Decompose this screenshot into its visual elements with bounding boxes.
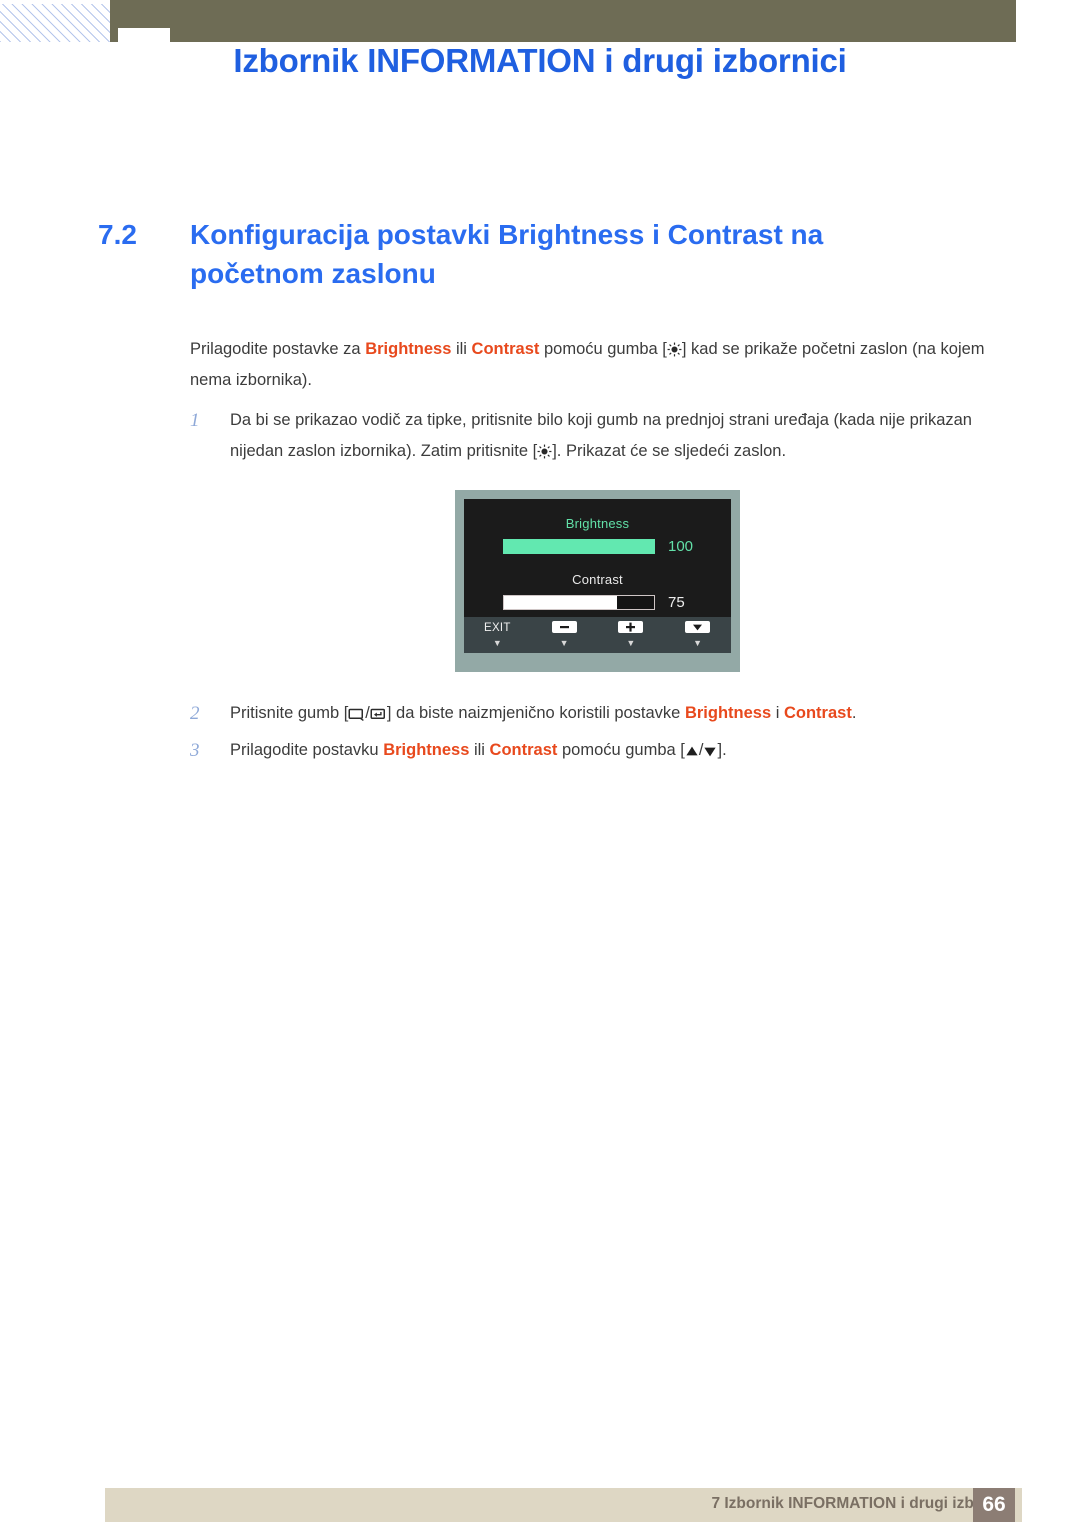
decorative-hatch-pattern — [0, 4, 118, 42]
osd-down-button[interactable] — [664, 620, 731, 636]
step-number-1: 1 — [190, 410, 200, 431]
minus-button-icon — [551, 620, 577, 633]
menu-box-icon — [348, 708, 365, 721]
step-item-3: 3 Prilagodite postavku Brightness ili Con… — [190, 735, 1010, 766]
section-title: Konfiguracija postavki Brightness i Cont… — [190, 219, 824, 289]
section-number: 7.2 — [98, 219, 137, 250]
osd-button-guide: EXIT ▼ ▼ ▼ ▼ — [464, 617, 731, 653]
osd-contrast-row: 75 — [464, 587, 731, 611]
osd-monitor-screenshot: Brightness 100 Contrast 75 EXIT ▼ ▼ ▼ ▼ — [455, 490, 740, 672]
keyword-contrast: Contrast — [783, 704, 852, 722]
brightness-sun-icon — [537, 444, 552, 459]
step-item-2: 2 Pritisnite gumb [/] da biste naizmjenič… — [190, 698, 1010, 729]
step-1-text-2: ]. Prikazat će se sljedeći zaslon. — [552, 442, 787, 460]
plus-button-icon — [618, 620, 644, 633]
keyword-brightness: Brightness — [365, 340, 452, 358]
section-heading: 7.2 Konfiguracija postavki Brightness i C… — [98, 215, 978, 293]
brightness-sun-icon — [667, 342, 682, 357]
osd-plus-button[interactable] — [598, 620, 665, 636]
step-item-1: 1 Da bi se prikazao vodič za tipke, priti… — [190, 405, 990, 467]
osd-caret-3: ▼ — [626, 638, 636, 648]
arrow-down-icon — [703, 745, 717, 758]
intro-text-3: pomoću gumba [ — [539, 340, 667, 358]
osd-brightness-label: Brightness — [565, 516, 630, 531]
osd-minus-button[interactable] — [531, 620, 598, 636]
keyword-brightness: Brightness — [684, 704, 772, 722]
intro-text-1: Prilagodite postavke za — [190, 340, 366, 358]
osd-brightness-slider[interactable] — [503, 539, 655, 554]
osd-caret-1: ▼ — [492, 638, 502, 648]
steps-list-upper: 1 Da bi se prikazao vodič za tipke, priti… — [190, 405, 990, 473]
arrow-up-icon — [685, 745, 699, 758]
step-3-text-1: Prilagodite postavku — [230, 741, 384, 759]
osd-contrast-fill — [504, 596, 617, 609]
step-number-2: 2 — [190, 703, 200, 724]
osd-button-row: EXIT — [464, 617, 731, 639]
osd-contrast-label: Contrast — [572, 572, 623, 587]
header-accent-bar — [110, 0, 1016, 42]
step-3-text-3: pomoću gumba [ — [557, 741, 685, 759]
osd-caret-row: ▼ ▼ ▼ ▼ — [464, 639, 731, 652]
steps-list-lower: 2 Pritisnite gumb [/] da biste naizmjenič… — [190, 698, 1010, 772]
step-number-3: 3 — [190, 740, 200, 761]
step-2-text-2: ] da biste naizmjenično koristili postav… — [386, 704, 685, 722]
page-number-badge: 66 — [973, 1488, 1015, 1522]
step-3-text-2: ili — [469, 741, 490, 759]
osd-screen: Brightness 100 Contrast 75 EXIT ▼ ▼ ▼ ▼ — [464, 499, 731, 653]
page-header: Izbornik INFORMATION i drugi izbornici — [0, 0, 1080, 120]
step-3-text-4: ]. — [717, 741, 727, 759]
keyword-contrast: Contrast — [489, 741, 558, 759]
osd-caret-2: ▼ — [559, 638, 569, 648]
step-2-text-3: i — [771, 704, 784, 722]
osd-contrast-value: 75 — [668, 594, 685, 611]
step-2-text-4: . — [851, 704, 857, 722]
enter-return-icon — [370, 708, 387, 721]
osd-caret-4: ▼ — [693, 638, 703, 648]
page-title: Izbornik INFORMATION i drugi izbornici — [233, 42, 847, 79]
down-button-icon — [685, 620, 711, 633]
osd-brightness-value: 100 — [668, 538, 694, 555]
intro-paragraph: Prilagodite postavke za Brightness ili C… — [190, 334, 990, 396]
footer-chapter-label: 7 Izbornik INFORMATION i drugi izbornici — [711, 1495, 1016, 1512]
osd-contrast-slider[interactable] — [503, 595, 655, 610]
intro-text-2: ili — [451, 340, 472, 358]
keyword-brightness: Brightness — [383, 741, 470, 759]
step-2-text-1: Pritisnite gumb [ — [230, 704, 349, 722]
osd-brightness-fill — [503, 539, 655, 554]
osd-brightness-row: 100 — [464, 531, 731, 555]
keyword-contrast: Contrast — [471, 340, 540, 358]
osd-exit-button[interactable]: EXIT — [464, 622, 531, 634]
